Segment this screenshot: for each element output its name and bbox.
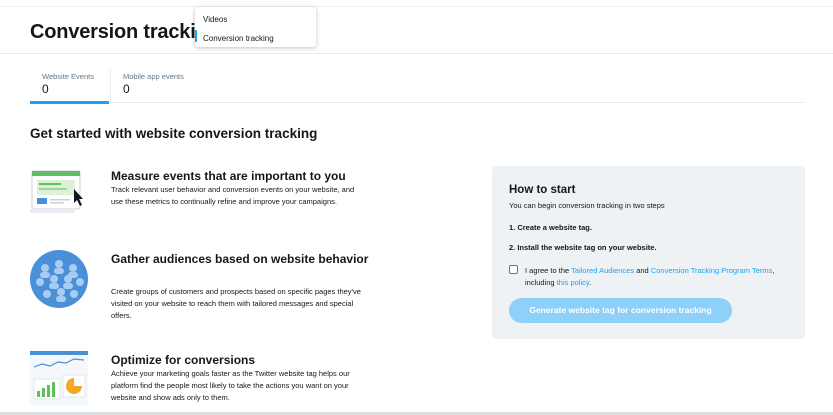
terms-agree-checkbox[interactable] (509, 265, 518, 274)
feature-title: Measure events that are important to you (111, 169, 346, 183)
agree-suffix: . (589, 278, 592, 287)
nav-dropdown-menu: Videos Conversion tracking (195, 7, 316, 47)
conversion-events-illustration-icon (30, 170, 83, 213)
tab-mobile-app-events[interactable]: Mobile app events 0 (110, 70, 200, 103)
howto-subtitle: You can begin conversion tracking in two… (509, 201, 665, 210)
generate-website-tag-button[interactable]: Generate website tag for conversion trac… (509, 298, 732, 323)
feature-description: Create groups of customers and prospects… (111, 287, 361, 320)
section-heading: Get started with website conversion trac… (30, 126, 318, 141)
tailored-audiences-link[interactable]: Tailored Audiences (571, 266, 634, 275)
feature-description: Achieve your marketing goals faster as t… (111, 369, 350, 402)
dropdown-selection-marker (195, 30, 197, 42)
terms-agree-text: I agree to the Tailored Audiences and Co… (525, 265, 790, 289)
page-title: Conversion tracking (30, 21, 220, 43)
this-policy-link[interactable]: this policy (557, 278, 589, 287)
tab-count: 0 (123, 82, 130, 96)
tab-website-events[interactable]: Website Events 0 (30, 70, 109, 104)
conversion-tracking-terms-link[interactable]: Conversion Tracking Program Terms (651, 266, 773, 275)
top-divider (0, 6, 833, 7)
howto-title: How to start (509, 184, 576, 196)
feature-title: Optimize for conversions (111, 353, 256, 367)
howto-step-2: 2. Install the website tag on your websi… (509, 243, 657, 252)
optimization-charts-illustration-icon (30, 351, 88, 405)
tab-label: Mobile app events (123, 72, 184, 81)
feature-title: Gather audiences based on website behavi… (111, 252, 369, 266)
dropdown-item-videos[interactable]: Videos (203, 15, 227, 24)
agree-middle: and (634, 266, 651, 275)
feature-description: Track relevant user behavior and convers… (111, 185, 355, 206)
audience-globe-illustration-icon (30, 250, 88, 308)
tab-count: 0 (42, 82, 49, 96)
agree-prefix: I agree to the (525, 266, 572, 275)
active-tab-indicator (30, 101, 109, 104)
how-to-start-panel: How to start You can begin conversion tr… (492, 166, 805, 339)
howto-step-1: 1. Create a website tag. (509, 223, 592, 232)
event-tabs: Website Events 0 Mobile app events 0 (30, 70, 805, 104)
page-header: Conversion tracking (0, 0, 833, 54)
dropdown-item-conversion-tracking[interactable]: Conversion tracking (203, 34, 274, 43)
tab-label: Website Events (42, 72, 94, 81)
